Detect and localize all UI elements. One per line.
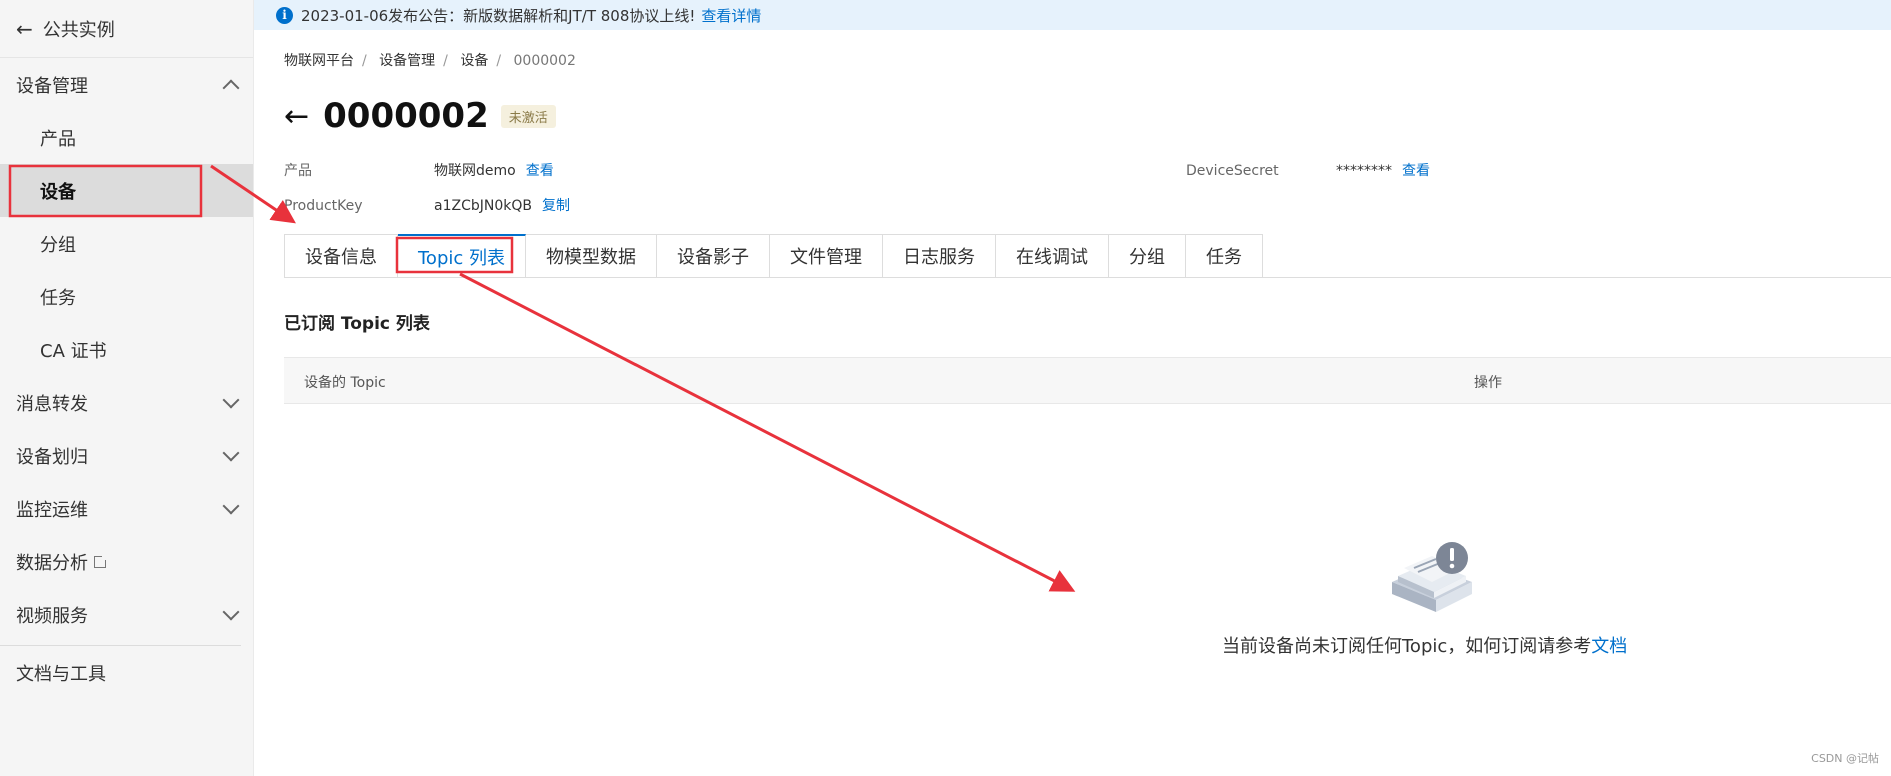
notice-bar: i 2023-01-06发布公告：新版数据解析和JT/T 808协议上线! 查看…	[254, 0, 1891, 30]
column-header-topic: 设备的 Topic	[304, 375, 386, 391]
sidebar-item[interactable]: 视频服务	[0, 588, 253, 641]
chevron-down-icon[interactable]	[222, 603, 240, 620]
empty-state-message: 当前设备尚未订阅任何Topic，如何订阅请参考文档	[1222, 632, 1627, 658]
tab-item[interactable]: Topic 列表	[398, 234, 526, 278]
sidebar-item[interactable]: 设备	[0, 164, 253, 217]
tab-divider	[284, 277, 1891, 278]
productkey-label: ProductKey	[284, 198, 363, 214]
tab-item[interactable]: 任务	[1186, 234, 1263, 278]
sidebar-item-label: 消息转发	[16, 393, 88, 415]
sidebar-item-label: 设备划归	[16, 446, 88, 468]
productkey-copy-link[interactable]: 复制	[542, 198, 570, 214]
sidebar-item[interactable]: 数据分析	[0, 535, 253, 588]
chevron-up-icon[interactable]	[222, 79, 240, 96]
column-header-action: 操作	[1474, 375, 1502, 391]
sidebar: ← 公共实例 设备管理产品设备分组任务 CA 证书消息转发设备划归监控运维数据分析…	[0, 0, 254, 776]
breadcrumb: 物联网平台 / 设备管理 / 设备/ 0000002	[284, 53, 576, 69]
tab-item[interactable]: 在线调试	[996, 234, 1109, 278]
tab-item[interactable]: 物模型数据	[526, 234, 657, 278]
devicesecret-label: DeviceSecret	[1186, 163, 1279, 179]
productkey-info: ProductKey a1ZCbJN0kQB 复制	[284, 195, 570, 215]
sidebar-item[interactable]: 文档与工具	[0, 646, 253, 699]
breadcrumb-item[interactable]: 设备管理	[379, 53, 435, 69]
product-info: 产品 物联网demo 查看	[284, 160, 554, 180]
productkey-value: a1ZCbJN0kQB	[434, 198, 532, 214]
section-title: 已订阅 Topic 列表	[284, 314, 430, 334]
info-icon: i	[276, 6, 293, 24]
product-value: 物联网demo	[434, 163, 516, 179]
devicesecret-value: ********	[1336, 163, 1392, 179]
sidebar-header[interactable]: ← 公共实例	[0, 0, 253, 58]
table-header: 设备的 Topic 操作	[284, 357, 1891, 404]
sidebar-item-label: 数据分析	[16, 552, 88, 574]
sidebar-item-label: 监控运维	[16, 499, 88, 521]
product-label: 产品	[284, 163, 312, 179]
tab-item[interactable]: 设备影子	[657, 234, 770, 278]
back-arrow-icon[interactable]: ←	[284, 99, 309, 134]
sidebar-menu: 设备管理产品设备分组任务 CA 证书消息转发设备划归监控运维数据分析视频服务文档与…	[0, 58, 253, 699]
sidebar-item[interactable]: 设备划归	[0, 429, 253, 482]
sidebar-item[interactable]: 产品	[0, 111, 253, 164]
tab-item[interactable]: 分组	[1109, 234, 1186, 278]
page-title-row: ← 0000002 未激活	[284, 96, 556, 136]
sidebar-item-label: CA 证书	[40, 340, 107, 362]
docs-link[interactable]: 文档	[1591, 636, 1627, 657]
sidebar-item-label: 视频服务	[16, 605, 88, 627]
sidebar-item[interactable]: 监控运维	[0, 482, 253, 535]
notice-link[interactable]: 查看详情	[701, 5, 761, 26]
main-content: i 2023-01-06发布公告：新版数据解析和JT/T 808协议上线! 查看…	[254, 0, 1891, 776]
breadcrumb-item[interactable]: 设备	[460, 53, 488, 69]
watermark: CSDN @记帖	[1811, 752, 1879, 765]
sidebar-header-label: 公共实例	[42, 19, 115, 41]
devicesecret-view-link[interactable]: 查看	[1402, 163, 1430, 179]
arrow-left-icon[interactable]: ←	[16, 17, 33, 41]
empty-box-icon	[1392, 542, 1472, 612]
breadcrumb-item[interactable]: 物联网平台	[284, 53, 354, 69]
product-view-link[interactable]: 查看	[526, 163, 554, 179]
breadcrumb-current: 0000002	[513, 53, 576, 69]
sidebar-item-label: 产品	[40, 128, 76, 150]
sidebar-item[interactable]: 任务	[0, 270, 253, 323]
chevron-down-icon[interactable]	[222, 497, 240, 514]
devicesecret-info: DeviceSecret ******** 查看	[1186, 160, 1430, 180]
sidebar-item[interactable]: CA 证书	[0, 323, 253, 376]
tab-item[interactable]: 文件管理	[770, 234, 883, 278]
notice-text: 2023-01-06发布公告：新版数据解析和JT/T 808协议上线!	[301, 6, 696, 25]
chevron-down-icon[interactable]	[222, 444, 240, 461]
chevron-down-icon[interactable]	[222, 391, 240, 408]
external-link-icon	[94, 553, 108, 568]
sidebar-item[interactable]: 分组	[0, 217, 253, 270]
status-badge: 未激活	[500, 104, 556, 128]
device-tabs: 设备信息 Topic 列表 物模型数据 设备影子 文件管理 日志服务 在线调试 分组 任务	[284, 234, 1263, 278]
tab-item[interactable]: 设备信息	[284, 234, 398, 278]
sidebar-item-label: 任务	[40, 287, 76, 309]
page-title: 0000002	[323, 96, 489, 136]
sidebar-item[interactable]: 设备管理	[0, 58, 253, 111]
sidebar-item-label: 文档与工具	[16, 663, 106, 685]
empty-state-text: 当前设备尚未订阅任何Topic，如何订阅请参考	[1222, 636, 1592, 657]
tab-item[interactable]: 日志服务	[883, 234, 996, 278]
sidebar-item[interactable]: 消息转发	[0, 376, 253, 429]
sidebar-item-label: 设备管理	[16, 75, 88, 97]
sidebar-item-label: 分组	[40, 234, 76, 256]
sidebar-item-label: 设备	[40, 181, 76, 203]
